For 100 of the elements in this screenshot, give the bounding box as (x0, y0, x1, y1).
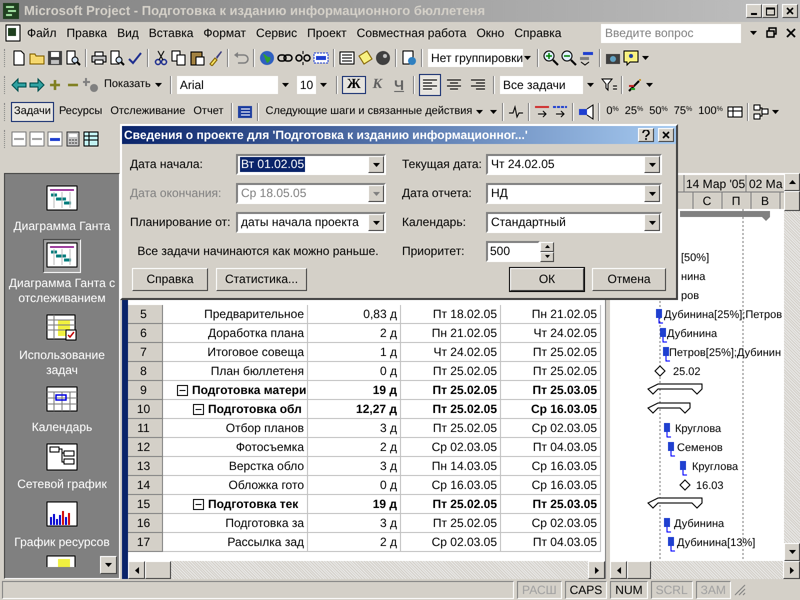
dropdown-arrow-button[interactable] (644, 156, 660, 173)
highlighted-row-icon[interactable] (47, 131, 63, 147)
scroll-thumb[interactable] (145, 561, 171, 579)
checkmark-icon[interactable] (127, 50, 143, 66)
page-icon[interactable] (11, 50, 27, 66)
globe-icon[interactable] (259, 50, 275, 66)
arrow-left-icon[interactable] (11, 77, 27, 93)
scroll-thumb[interactable] (784, 191, 800, 211)
scroll-left-button[interactable] (128, 561, 145, 579)
menu-item[interactable]: Формат (198, 24, 252, 42)
maximize-button[interactable] (762, 4, 778, 18)
broken-chain-icon[interactable] (295, 50, 311, 66)
scissors-icon[interactable] (153, 50, 169, 66)
view-label[interactable]: Сетевой график (7, 477, 117, 492)
view-label[interactable]: График ресурсов (7, 534, 117, 550)
overflow-caret-icon[interactable] (641, 55, 650, 61)
page-magnifier-icon[interactable] (109, 50, 125, 66)
align-left-button[interactable] (419, 74, 442, 96)
overflow-caret-icon[interactable] (770, 109, 780, 115)
dropdown-field[interactable]: даты начала проекта (236, 212, 386, 233)
dropdown-field[interactable]: Вт 01.02.05 (236, 154, 386, 175)
view-label[interactable]: Календарь (7, 420, 117, 434)
font-size-dropdown[interactable]: 10 (296, 75, 332, 95)
person-plus-icon[interactable] (83, 77, 99, 93)
italic-button[interactable]: К (368, 76, 388, 94)
guide-tab[interactable]: Отчет (190, 102, 226, 122)
view-label[interactable]: Диаграмма Ганта с отслеживанием (7, 276, 117, 306)
spin-up-button[interactable] (540, 242, 554, 252)
speaker-grid-icon[interactable] (578, 104, 594, 120)
table-view-icon[interactable] (29, 131, 45, 147)
zoom-out-icon[interactable] (561, 50, 577, 66)
show-menu-button[interactable]: Показать (101, 75, 166, 95)
dropdown-arrow-button[interactable] (368, 156, 384, 173)
dropdown-arrow-button[interactable] (644, 214, 660, 231)
help-search-field[interactable]: Введите вопрос (601, 24, 741, 42)
guide-tab[interactable]: Ресурсы (56, 102, 106, 122)
percent-complete-button[interactable]: 50$^{%}$ (647, 104, 670, 120)
menu-item[interactable]: Справка (509, 24, 566, 42)
scroll-right-button[interactable] (588, 561, 605, 579)
scroll-up-button[interactable] (784, 173, 800, 191)
menu-item[interactable]: Окно (471, 24, 510, 42)
overflow-caret-icon[interactable] (489, 109, 498, 115)
zoom-in-icon[interactable] (543, 50, 559, 66)
bold-button[interactable]: Ж (342, 76, 366, 94)
dropdown-field[interactable]: Чт 24.02.05 (486, 154, 662, 175)
overflow-caret-icon[interactable] (645, 82, 654, 88)
guide-tab[interactable]: Задачи (11, 102, 54, 122)
menu-item[interactable]: Сервис (251, 24, 302, 42)
percent-complete-button[interactable]: 0$^{%}$ (604, 104, 621, 120)
percent-complete-button[interactable]: 100$^{%}$ (696, 104, 725, 120)
percent-complete-button[interactable]: 25$^{%}$ (622, 104, 646, 120)
dropdown-arrow-button[interactable] (368, 214, 384, 231)
grouping-dropdown[interactable]: Нет группировки (427, 48, 533, 68)
view-button[interactable] (43, 239, 81, 274)
person-icon[interactable] (375, 50, 391, 66)
menu-item[interactable]: Вставка (144, 24, 198, 42)
view-label[interactable]: Использование задач (7, 348, 117, 377)
printer-icon[interactable] (91, 50, 107, 66)
menu-item[interactable]: Файл (22, 24, 62, 42)
dialog-button[interactable]: ОК (510, 268, 584, 291)
calculator-icon[interactable] (65, 131, 81, 147)
table-icon[interactable] (726, 104, 743, 120)
dialog-button[interactable]: Отмена (592, 268, 666, 291)
arrow-right-icon[interactable] (29, 77, 45, 93)
menu-item[interactable]: Правка (62, 24, 112, 42)
network-icon[interactable] (752, 104, 769, 120)
help-button[interactable] (638, 128, 654, 142)
collapse-icon[interactable] (193, 404, 204, 414)
number-field[interactable]: 500 (486, 241, 540, 262)
table-view-icon[interactable] (11, 131, 27, 147)
pulse-icon[interactable] (508, 104, 524, 120)
close-button[interactable] (658, 128, 674, 142)
copy-icon[interactable] (171, 50, 187, 66)
brush-icon[interactable] (207, 50, 223, 66)
collapse-icon[interactable] (177, 384, 188, 396)
dropdown-field[interactable]: НД (486, 183, 662, 204)
note-icon[interactable] (357, 50, 373, 66)
percent-complete-button[interactable]: 75$^{%}$ (672, 104, 694, 120)
scroll-thumb[interactable] (627, 561, 651, 579)
bars-icon[interactable] (579, 50, 595, 66)
bar-arrow-icon[interactable] (534, 104, 550, 120)
close-button[interactable] (782, 4, 798, 18)
resize-grip-icon[interactable] (734, 584, 746, 596)
spin-down-button[interactable] (540, 252, 554, 262)
minimize-button[interactable] (746, 4, 762, 18)
dashed-bar-arrow-icon[interactable] (552, 104, 568, 120)
underline-button[interactable]: Ч (389, 76, 410, 94)
view-label[interactable]: Диаграмма Ганта (7, 219, 117, 234)
scroll-down-button[interactable] (784, 543, 800, 561)
dialog-button[interactable]: Статистика... (216, 268, 308, 291)
scroll-left-button[interactable] (610, 561, 627, 579)
undo-icon[interactable] (233, 50, 249, 66)
scroll-down-button[interactable] (100, 556, 117, 574)
guide-tab[interactable]: Отслеживание (107, 102, 188, 122)
help-bubble-icon[interactable] (623, 50, 639, 66)
filter-icon[interactable] (601, 77, 618, 93)
dialog-button[interactable]: Справка (132, 268, 208, 291)
menu-item[interactable]: Совместная работа (352, 24, 472, 42)
plus-icon[interactable] (47, 77, 63, 93)
menu-item[interactable]: Проект (302, 24, 352, 42)
